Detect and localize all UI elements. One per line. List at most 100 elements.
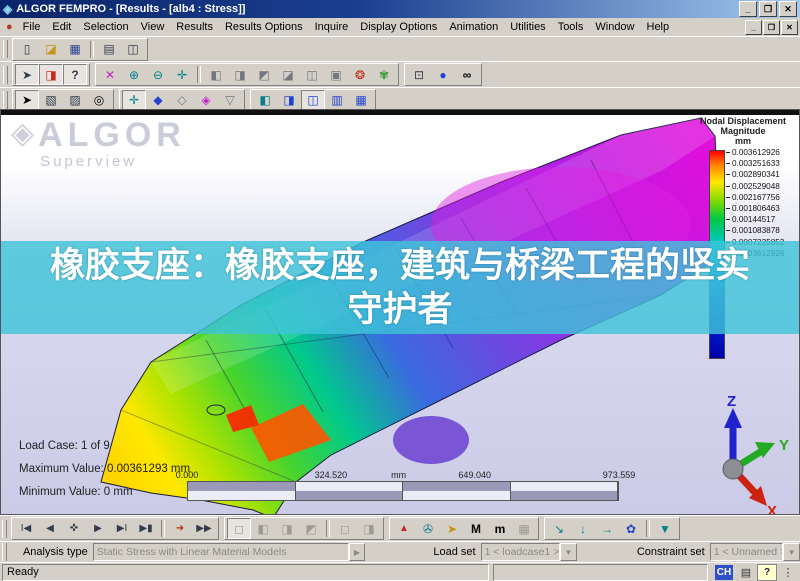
view-bottom-button[interactable]: ◪ [276,64,300,85]
view-back-button[interactable]: ◨ [228,64,252,85]
menu-selection[interactable]: Selection [77,20,134,34]
menu-results[interactable]: Results [170,20,219,34]
animation-view-button[interactable]: ◧ [251,518,275,539]
clipboard-button[interactable]: ▦ [512,518,536,539]
constraint-set-dropdown-button[interactable]: ▼ [783,543,800,561]
first-frame-button[interactable]: I◀ [14,518,38,539]
select-vertices-button[interactable]: ➤ [15,64,39,85]
zoom-out-button[interactable]: ⊖ [146,64,170,85]
select-surfaces-button[interactable]: ◨ [39,64,63,85]
menu-edit[interactable]: Edit [46,20,77,34]
child-close-button[interactable]: ✕ [781,19,798,35]
shaded-mode-button[interactable]: ◫ [301,89,325,111]
child-minimize-button[interactable]: _ [745,19,762,35]
load-set-dropdown-button[interactable]: ▼ [559,543,577,561]
next-frame-button[interactable]: ▶I [110,518,134,539]
menu-file[interactable]: File [17,20,47,34]
menu-help[interactable]: Help [641,20,676,34]
probe-button[interactable]: ➤ [440,518,464,539]
snapshot-button[interactable]: ✇ [416,518,440,539]
show-minimum-button[interactable]: m [488,518,512,539]
overlay-view-button[interactable]: → [595,518,619,539]
deselect-all-button[interactable]: ✕ [98,64,122,85]
new-file-button[interactable]: ▯ [15,39,39,60]
fit-to-window-button[interactable]: ⊡ [407,64,431,85]
menu-utilities[interactable]: Utilities [504,20,551,34]
animation-view-button[interactable]: ◩ [299,518,323,539]
load-set-combo[interactable]: 1 < loadcase1 > [480,543,560,561]
toolbar-grip[interactable] [3,40,8,58]
animate-button[interactable]: ➜ [168,518,192,539]
close-button[interactable]: ✕ [779,1,797,17]
animation-view-button[interactable]: ◨ [275,518,299,539]
rectangle-select-button[interactable]: ▧ [39,90,63,111]
view-top-button[interactable]: ◩ [252,64,276,85]
annotation-button[interactable]: ▲ [392,518,416,539]
child-restore-button[interactable]: ❐ [763,19,780,35]
restore-button[interactable]: ❐ [759,1,777,17]
zoom-in-button[interactable]: ⊕ [122,64,146,85]
mesh-cube-button[interactable]: ◈ [194,90,218,111]
refresh-results-button[interactable]: ✿ [619,518,643,539]
animation-view-button[interactable]: ◻ [333,518,357,539]
open-file-button[interactable]: ◪ [39,39,63,60]
isometric-view-button[interactable]: ❂ [348,64,372,85]
select-parts-button[interactable]: ? [63,64,87,85]
view-right-button[interactable]: ▣ [324,64,348,85]
headline-overlay-band: 橡胶支座：橡胶支座，建筑与桥梁工程的坚实 守护者 [1,241,799,334]
menu-inquire[interactable]: Inquire [309,20,355,34]
circle-select-button[interactable]: ◎ [87,90,111,111]
legend-value: 0.002890341 [732,170,780,180]
toolbar-grip[interactable] [2,519,7,538]
printer-icon[interactable]: ▤ [737,565,755,580]
wireframe-cube-button[interactable]: ◇ [170,90,194,111]
save-button[interactable]: ▦ [63,39,87,60]
help-icon[interactable]: ? [757,563,777,581]
displaced-view-button[interactable]: ↘ [547,518,571,539]
view-front-button[interactable]: ◧ [204,64,228,85]
fast-forward-button[interactable]: ▶▶ [192,518,216,539]
analysis-type-combo[interactable]: Static Stress with Linear Material Model… [92,543,349,561]
undisplaced-view-button[interactable]: ↓ [571,518,595,539]
toolbar-grip[interactable] [3,91,8,109]
language-indicator-badge[interactable]: CH [715,564,733,580]
toolbar-grip[interactable] [3,65,8,84]
set-frame-button[interactable]: ✜ [62,518,86,539]
show-maximum-button[interactable]: M [464,518,488,539]
minimize-button[interactable]: _ [739,1,757,17]
report-button[interactable]: ▼ [653,518,677,539]
shaded-sphere-button[interactable]: ● [431,64,455,85]
analysis-type-label: Analysis type [22,546,88,558]
toolbar-grip[interactable] [2,543,7,561]
filter-button[interactable]: ▽ [218,90,242,111]
hidden-line-mode-button[interactable]: ◨ [277,90,301,111]
previous-frame-button[interactable]: ◀ [38,518,62,539]
menu-window[interactable]: Window [589,20,640,34]
analysis-type-spin-button[interactable]: ▶ [348,543,366,561]
origin-axes-button[interactable]: ✛ [122,89,146,111]
results-viewport[interactable]: ◈ ALGOR Superview Nodal Displacement Mag… [0,109,800,515]
last-frame-button[interactable]: ▶▮ [134,518,158,539]
constraint-set-combo[interactable]: 1 < Unnamed > [709,543,784,561]
overflow-dots-icon[interactable]: ⋮ [779,565,797,580]
section-mode-button[interactable]: ▦ [349,90,373,111]
find-button[interactable]: ∞ [455,64,479,85]
animation-view-button[interactable]: ◻ [227,518,251,539]
shaded-edges-mode-button[interactable]: ▥ [325,90,349,111]
menu-display-options[interactable]: Display Options [354,20,443,34]
print-button[interactable]: ▤ [97,39,121,60]
play-button[interactable]: ▶ [86,518,110,539]
wireframe-mode-button[interactable]: ◧ [253,90,277,111]
shaded-cube-button[interactable]: ◆ [146,90,170,111]
print-preview-button[interactable]: ◫ [121,39,145,60]
polygon-select-button[interactable]: ▨ [63,90,87,111]
view-left-button[interactable]: ◫ [300,64,324,85]
menu-tools[interactable]: Tools [552,20,590,34]
menu-view[interactable]: View [135,20,171,34]
menu-results-options[interactable]: Results Options [219,20,309,34]
animation-view-button[interactable]: ◨ [357,518,381,539]
pan-button[interactable]: ✛ [170,64,194,85]
menu-animation[interactable]: Animation [443,20,504,34]
rotate-view-button[interactable]: ✾ [372,64,396,85]
select-cursor-button[interactable]: ➤ [15,89,39,111]
